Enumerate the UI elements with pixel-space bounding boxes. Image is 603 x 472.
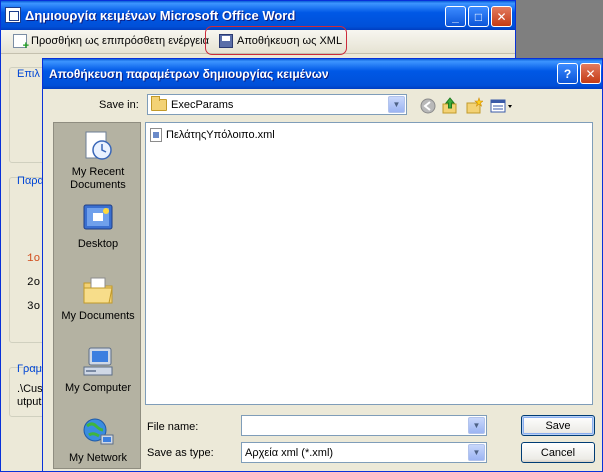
file-name-label: File name: [147, 421, 199, 433]
my-documents-icon [81, 273, 115, 307]
word-app-icon [5, 7, 21, 23]
file-item[interactable]: ΠελάτηςΥπόλοιπο.xml [150, 128, 275, 142]
minimize-icon[interactable]: _ [445, 6, 466, 27]
file-item-name: ΠελάτηςΥπόλοιπο.xml [166, 129, 275, 141]
save-as-type-combo[interactable]: Αρχεία xml (*.xml) ▼ [241, 442, 487, 463]
close-icon[interactable]: ✕ [491, 6, 512, 27]
row-3-label: 3ο [27, 301, 41, 313]
folder-icon [151, 95, 167, 111]
add-document-icon [13, 34, 29, 52]
file-name-dropdown-icon[interactable]: ▼ [468, 417, 485, 434]
chevron-down-icon[interactable]: ▼ [468, 444, 485, 461]
help-icon[interactable]: ? [557, 63, 578, 84]
place-my-recent-documents[interactable]: My Recent Documents [54, 129, 142, 192]
place-desktop[interactable]: Desktop [54, 201, 142, 251]
row-1-label: 1ο [27, 253, 41, 265]
add-action-button[interactable]: Προσθήκη ως επιπρόσθετη ενέργεια [13, 34, 209, 52]
save-in-label: Save in: [99, 99, 139, 111]
xml-file-icon [150, 128, 162, 142]
chevron-down-icon[interactable]: ▼ [388, 96, 405, 113]
view-menu-icon[interactable] [489, 97, 515, 115]
output-path-line-2: utput [17, 396, 42, 408]
file-list[interactable]: ΠελάτηςΥπόλοιπο.xml [145, 122, 593, 405]
save-in-value: ExecParams [171, 98, 234, 111]
group-1-label: Επιλ [17, 68, 40, 80]
save-dialog: Αποθήκευση παραμέτρων δημιουργίας κειμέν… [42, 58, 603, 472]
output-path-line-1: .\Cus [17, 383, 43, 395]
my-network-icon [81, 415, 115, 449]
highlight-annotation [205, 26, 347, 55]
save-as-type-value: Αρχεία xml (*.xml) [245, 446, 334, 459]
dialog-title: Αποθήκευση παραμέτρων δημιουργίας κειμέν… [49, 67, 329, 81]
up-folder-icon[interactable] [441, 97, 459, 115]
main-window-title: Δημιουργία κειμένων Microsoft Office Wor… [25, 8, 296, 23]
row-2-label: 2ο [27, 277, 41, 289]
save-in-combo[interactable]: ExecParams ▼ [147, 94, 407, 115]
place-my-documents[interactable]: My Documents [54, 273, 142, 323]
save-as-type-label: Save as type: [147, 447, 214, 459]
group-2-label: Παρα [17, 175, 44, 187]
back-icon[interactable] [419, 97, 437, 115]
group-3-label: Γραμ [17, 363, 43, 375]
new-folder-icon[interactable] [465, 97, 483, 115]
places-bar: My Recent Documents Desktop My Documents… [53, 122, 141, 469]
place-my-computer[interactable]: My Computer [54, 345, 142, 395]
place-my-network[interactable]: My Network [54, 415, 142, 465]
dialog-title-bar[interactable]: Αποθήκευση παραμέτρων δημιουργίας κειμέν… [43, 59, 602, 89]
my-computer-icon [81, 345, 115, 379]
maximize-icon[interactable]: □ [468, 6, 489, 27]
desktop-icon [81, 201, 115, 235]
file-name-input[interactable]: ▼ [241, 415, 487, 436]
dialog-close-icon[interactable]: ✕ [580, 63, 601, 84]
save-button[interactable]: Save [521, 415, 595, 436]
recent-documents-icon [81, 129, 115, 163]
cancel-button[interactable]: Cancel [521, 442, 595, 463]
